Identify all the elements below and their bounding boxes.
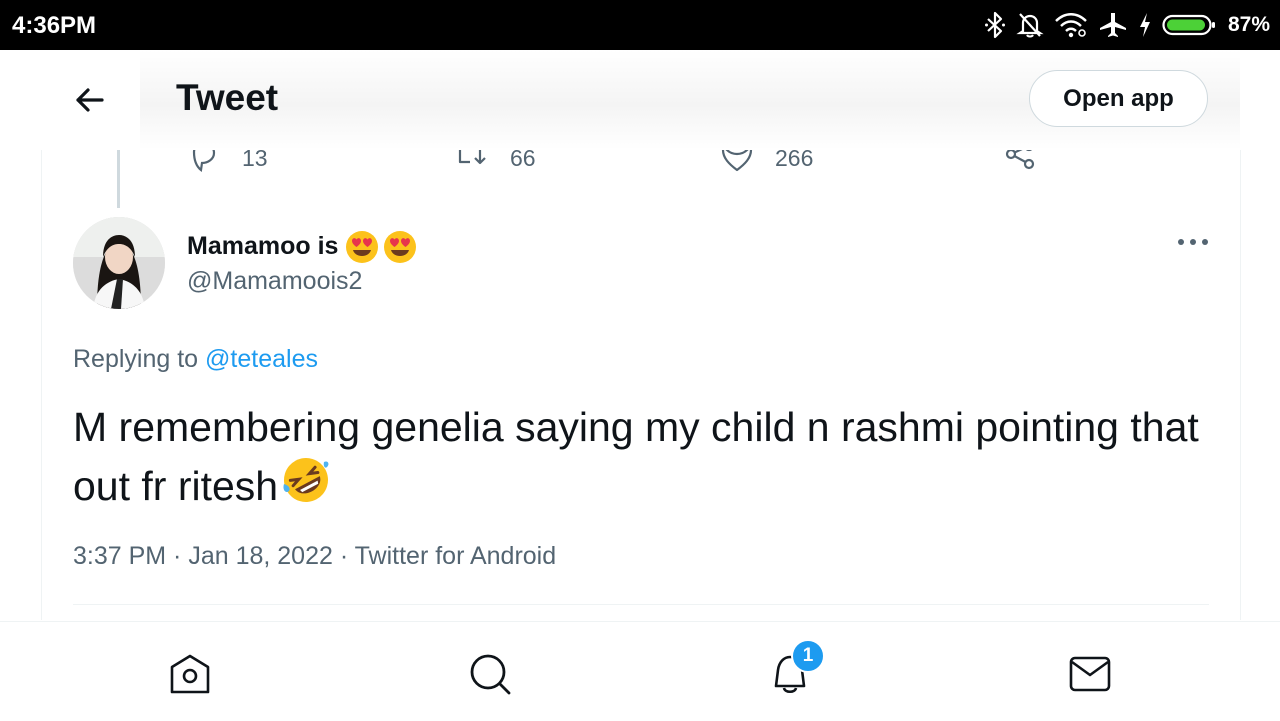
nav-messages[interactable] (1068, 652, 1112, 696)
charging-icon (1139, 13, 1150, 37)
bottom-navigation: 1 (0, 621, 1280, 721)
battery-icon (1162, 14, 1215, 36)
like-count: 266 (775, 150, 814, 171)
share-action[interactable] (1004, 150, 1036, 174)
heart-icon (721, 150, 753, 172)
tweet-body: M remembering genelia saying my child n … (73, 404, 1199, 509)
like-action[interactable]: 266 (721, 150, 813, 174)
retweet-icon (458, 150, 486, 165)
nav-home[interactable] (168, 652, 212, 696)
messages-icon (1069, 656, 1111, 692)
share-icon (1005, 150, 1035, 170)
bluetooth-icon (984, 11, 1005, 39)
arrow-left-icon (76, 88, 104, 112)
status-icons: 87% (984, 10, 1270, 40)
status-time: 4:36PM (12, 12, 97, 39)
rofl-emoji (283, 458, 329, 502)
avatar[interactable] (73, 217, 165, 309)
reply-icon (192, 150, 216, 173)
retweet-count: 66 (510, 150, 536, 171)
back-button[interactable] (70, 80, 110, 120)
replying-to-link[interactable]: @teteales (205, 345, 318, 373)
reply-action[interactable]: 13 (188, 150, 268, 174)
replying-prefix: Replying to (73, 345, 199, 373)
previous-tweet-actions: 13 66 266 (42, 150, 1240, 173)
open-app-button[interactable]: Open app (1029, 70, 1208, 127)
more-horizontal-icon (1178, 239, 1208, 245)
tweet-text: M remembering genelia saying my child n … (73, 400, 1213, 513)
home-icon (170, 654, 210, 694)
bell-off-icon (1016, 13, 1044, 38)
avatar-image (73, 217, 165, 309)
tweet-detail: 13 66 266 Mamamoo is @Mamamoois2 Replyin… (41, 150, 1241, 620)
retweet-action[interactable]: 66 (452, 150, 536, 174)
nav-search[interactable] (468, 652, 512, 696)
reply-count: 13 (242, 150, 268, 171)
notification-badge: 1 (791, 639, 825, 673)
replying-to: Replying to @teteales (73, 345, 318, 374)
heart-eyes-emoji (346, 231, 417, 263)
author-name[interactable]: Mamamoo is (187, 228, 418, 264)
wifi-icon (1055, 13, 1087, 38)
tweet-meta: 3:37 PM · Jan 18, 2022 · Twitter for And… (73, 542, 557, 570)
author-handle[interactable]: @Mamamoois2 (187, 267, 362, 296)
search-icon (470, 654, 511, 695)
battery-percentage: 87% (1227, 13, 1270, 36)
more-options-button[interactable] (1175, 230, 1211, 254)
author-name-text: Mamamoo is (187, 231, 339, 260)
status-bar: 4:36PM 87% (0, 0, 1280, 50)
airplane-icon (1099, 13, 1126, 37)
page-title: Tweet (176, 77, 279, 118)
divider (73, 604, 1209, 605)
top-header: Tweet Open app (0, 50, 1280, 150)
